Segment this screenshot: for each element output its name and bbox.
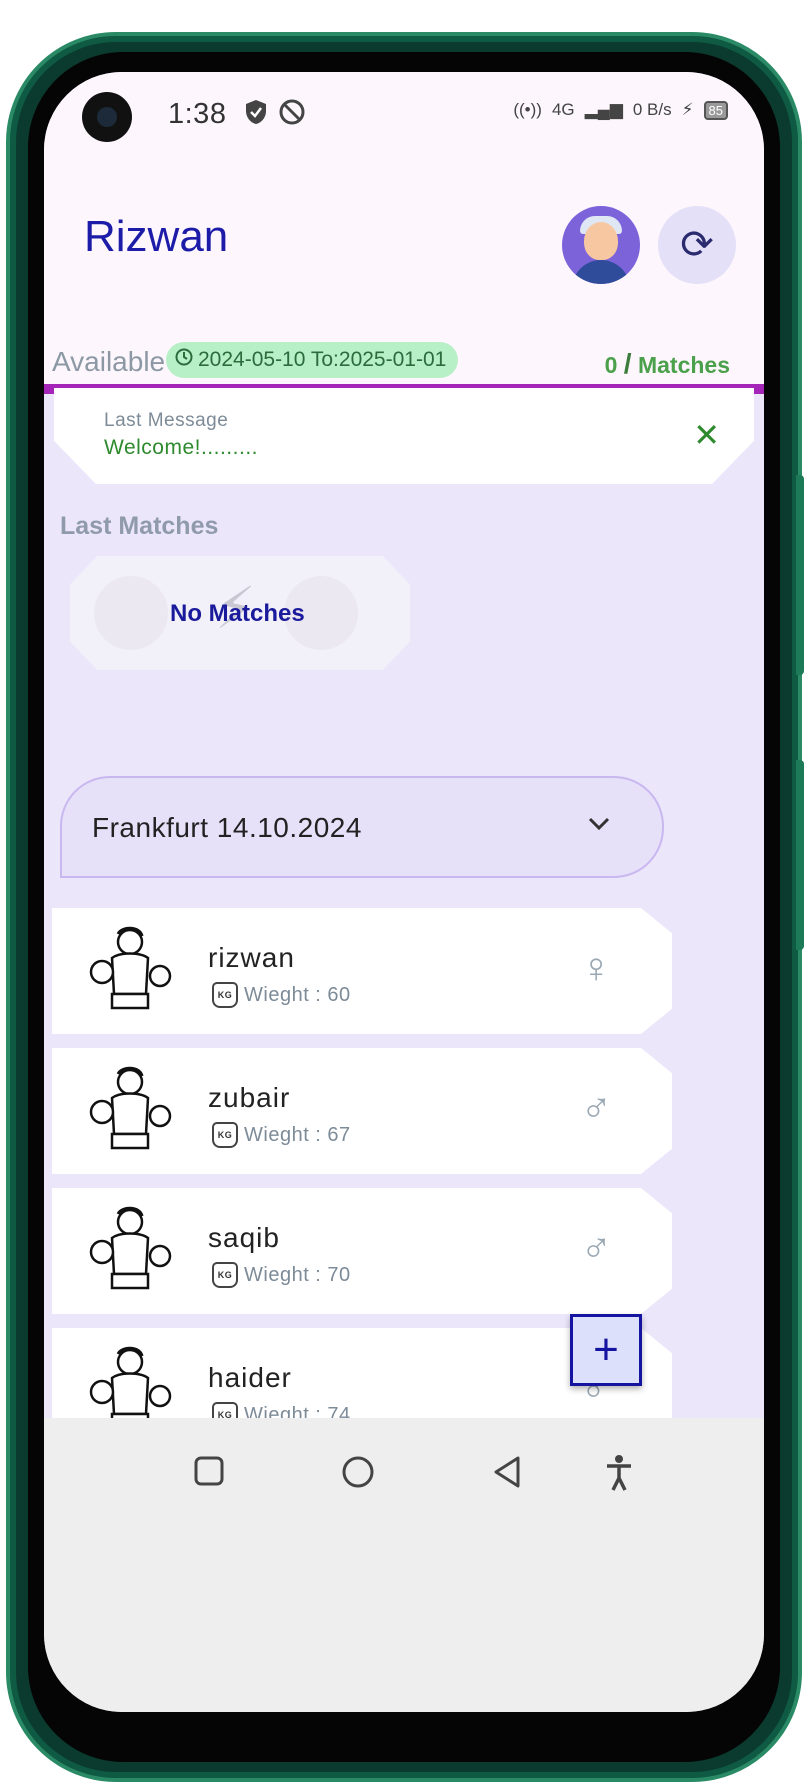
last-message-title: Last Message (104, 410, 229, 431)
date-range-text: 2024-05-10 To:2025-01-01 (198, 348, 447, 371)
fighter-row[interactable]: zubair KG Wieght : 67 ♂ (52, 1048, 672, 1174)
female-icon: ♀ (580, 944, 613, 991)
system-nav-bar (44, 1418, 764, 1712)
last-matches-title: Last Matches (60, 512, 219, 540)
weight-icon: KG (212, 1122, 238, 1148)
recent-apps-button[interactable] (192, 1454, 226, 1497)
fighter-name: rizwan (208, 942, 295, 973)
close-icon[interactable]: ✕ (693, 416, 720, 454)
no-matches-card: ⚡ No Matches (70, 556, 410, 670)
battery-icon: 85 (703, 100, 728, 120)
fighter-weight-text: Wieght : 67 (244, 1123, 351, 1146)
refresh-icon: ⟳ (680, 223, 714, 267)
camera-cutout (82, 92, 132, 142)
matches-counter: 0 / Matches (605, 348, 730, 380)
side-button (796, 760, 804, 950)
boxer-icon (89, 926, 172, 1010)
availability-row: Available 2024-05-10 To:2025-01-01 0 / M… (44, 338, 764, 384)
fighter-weight: KG Wieght : 67 (212, 1122, 351, 1148)
charging-icon: ⚡ (681, 100, 694, 119)
status-indicators: ((•)) 4G ▂▄▆ 0 B/s ⚡ 85 (513, 100, 728, 120)
network-speed: 0 B/s (632, 100, 672, 119)
boxer-icon (89, 1066, 172, 1150)
matches-slash: / (623, 348, 632, 379)
signal-icon: 4G (551, 100, 575, 119)
male-icon: ♂ (580, 1084, 613, 1131)
fighter-name: haider (208, 1362, 292, 1393)
user-name: Rizwan (84, 212, 229, 261)
male-icon: ♂ (580, 1224, 613, 1271)
boxer-icon (94, 576, 168, 650)
status-bar: 1:38 ((•)) 4G ▂▄▆ 0 B/s ⚡ 85 (44, 72, 764, 154)
accessibility-icon[interactable] (604, 1454, 634, 1501)
shield-icon (244, 98, 268, 133)
fighter-name: saqib (208, 1222, 280, 1253)
fighter-row[interactable]: rizwan KG Wieght : 60 ♀ (52, 908, 672, 1034)
add-fighter-button[interactable]: + (570, 1314, 642, 1386)
last-message-text: Welcome!......... (104, 436, 258, 459)
last-message-card: Last Message Welcome!......... ✕ (54, 388, 754, 484)
home-button[interactable] (340, 1454, 376, 1499)
event-select-value: Frankfurt 14.10.2024 (92, 812, 362, 843)
no-matches-text: No Matches (170, 600, 305, 627)
history-icon (174, 347, 194, 373)
fighter-weight: KG Wieght : 60 (212, 982, 351, 1008)
signal-bars-icon: ▂▄▆ (584, 100, 623, 119)
fighter-weight-text: Wieght : 70 (244, 1263, 351, 1286)
event-select[interactable]: Frankfurt 14.10.2024 (60, 776, 664, 878)
sync-off-icon (278, 98, 306, 133)
fighter-name: zubair (208, 1082, 291, 1113)
fighter-weight: KG Wieght : 70 (212, 1262, 351, 1288)
matches-count-value: 0 (604, 352, 618, 378)
availability-label: Available (52, 346, 166, 377)
fighter-row[interactable]: saqib KG Wieght : 70 ♂ (52, 1188, 672, 1314)
back-button[interactable] (490, 1454, 524, 1499)
date-range-chip[interactable]: 2024-05-10 To:2025-01-01 (166, 342, 459, 378)
fighter-weight-text: Wieght : 60 (244, 983, 351, 1006)
matches-label: Matches (637, 352, 730, 378)
side-button (796, 475, 804, 675)
chevron-down-icon (586, 808, 612, 840)
weight-icon: KG (212, 982, 238, 1008)
hotspot-icon: ((•)) (513, 100, 542, 119)
status-time: 1:38 (168, 98, 227, 130)
app-screen: 1:38 ((•)) 4G ▂▄▆ 0 B/s ⚡ 85 Rizwan ⟳ Av… (44, 72, 764, 1712)
avatar-icon[interactable] (562, 206, 640, 284)
boxer-icon (89, 1206, 172, 1290)
refresh-button[interactable]: ⟳ (658, 206, 736, 284)
weight-icon: KG (212, 1262, 238, 1288)
